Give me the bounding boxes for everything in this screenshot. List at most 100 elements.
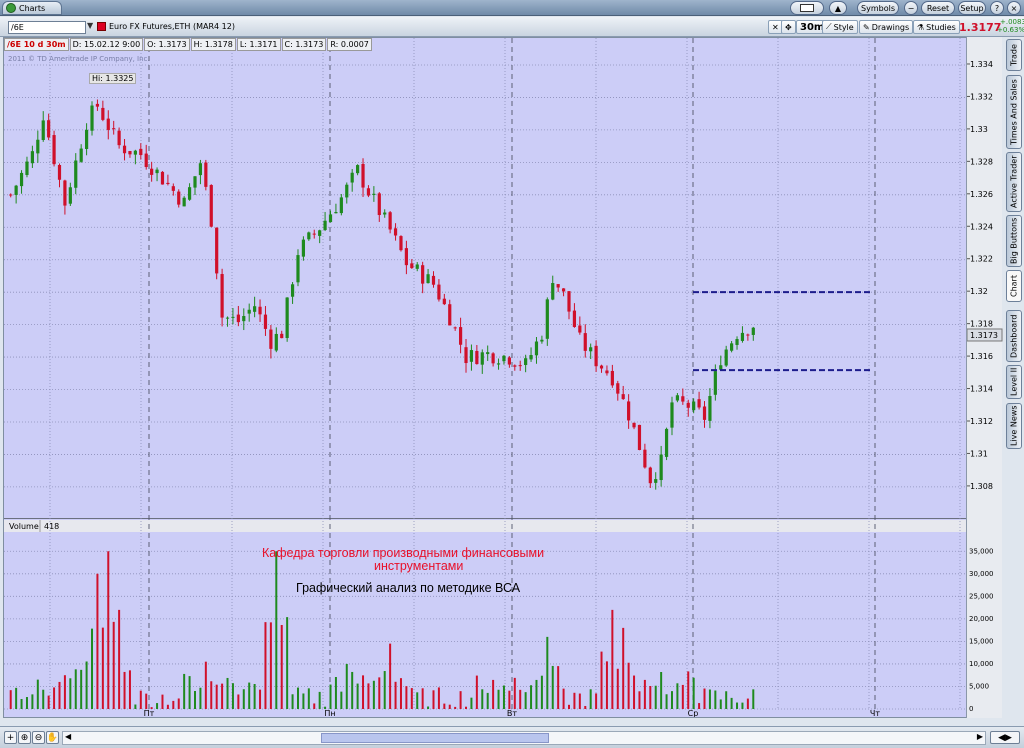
symbol-input[interactable]: /6E (8, 21, 86, 34)
candle-body (415, 264, 419, 269)
bar-high: H: 1.3178 (190, 38, 236, 51)
candle-body (681, 396, 685, 402)
candle-body (616, 383, 620, 394)
candle-body (285, 297, 289, 339)
candle-body (372, 193, 376, 195)
candle-body (513, 365, 517, 367)
candle-body (670, 402, 674, 428)
candle-body (269, 329, 273, 349)
layout-button[interactable] (790, 1, 824, 15)
bar-low: L: 1.3171 (236, 38, 281, 51)
candle-body (242, 316, 246, 322)
candle-body (296, 255, 300, 283)
symbols-button[interactable]: Symbols (857, 1, 899, 15)
style-button[interactable]: ⟋ Style (822, 20, 858, 34)
volume-tick-label: 0 (969, 705, 973, 713)
zoom-out-icon: ⊖ (34, 732, 43, 743)
pencil-icon: ✎ (863, 22, 870, 32)
pan-tool-button[interactable]: ✥ (781, 20, 796, 34)
chart-info-bar: /6E 10 d 30m D: 15.02.12 9:00 O: 1.3173 … (4, 38, 373, 51)
period-label[interactable]: /6E 10 d 30m (4, 38, 69, 51)
candle-body (209, 185, 213, 227)
price-tick-label: 1.314 (970, 385, 993, 394)
candle-body (719, 365, 723, 370)
candle-body (708, 396, 712, 421)
charts-tab[interactable]: Charts (2, 1, 62, 15)
bar-open: O: 1.3173 (144, 38, 190, 51)
zoom-in-button[interactable]: ⊕ (18, 731, 31, 744)
candle-body (193, 176, 197, 188)
candle-body (19, 172, 24, 187)
price-tick-label: 1.324 (970, 222, 993, 231)
volume-label: Volume (9, 522, 39, 531)
price-tick-label: 1.322 (970, 255, 993, 264)
tab-times-and-sales[interactable]: Times And Sales (1006, 75, 1022, 149)
cursor-tool-button[interactable]: + (4, 731, 17, 744)
candle-body (274, 333, 278, 351)
candle-body (14, 185, 18, 195)
candle-body (746, 334, 750, 336)
instrument-icon (97, 22, 106, 31)
candle-body (751, 327, 755, 335)
axis-canvas: 1.334 1.332 1.33 1.328 1.326 1.324 1.322 1.32 1.… (966, 60, 1003, 713)
candle-body (155, 169, 159, 174)
zoom-out-button[interactable]: ⊖ (32, 731, 45, 744)
reset-button[interactable]: Reset (921, 1, 955, 15)
candle-body (659, 454, 663, 481)
close-button[interactable]: × (1007, 1, 1021, 15)
symbol-selector-icon[interactable]: ▼ (87, 21, 93, 30)
tab-big-buttons[interactable]: Big Buttons (1006, 215, 1022, 267)
tab-live-news[interactable]: Live News (1006, 403, 1022, 449)
scrollbar-thumb[interactable] (321, 733, 549, 743)
candle-body (496, 363, 501, 365)
candle-body (621, 394, 625, 400)
collapse-button[interactable]: ▲ (829, 1, 847, 15)
volume-tick-label: 20,000 (969, 615, 994, 623)
tab-chart[interactable]: Chart (1006, 270, 1022, 302)
candle-body (171, 186, 175, 191)
candle-body (648, 467, 652, 484)
chart-canvas[interactable]: Volume 418 Пт Пн Вт Ср Чт (4, 38, 966, 717)
candle-body (507, 357, 511, 365)
help-button[interactable]: ? (990, 1, 1004, 15)
tab-dashboard[interactable]: Dashboard (1006, 310, 1022, 362)
candle-body (713, 371, 717, 395)
candle-body (643, 449, 647, 468)
zoom-in-icon: ⊕ (20, 732, 29, 743)
candle-body (675, 395, 680, 401)
arrows-horizontal-icon: ◀▶ (998, 732, 1012, 743)
candle-body (247, 309, 251, 314)
scroll-left-icon[interactable]: ◀ (65, 732, 71, 741)
expand-button[interactable]: ◀▶ (990, 731, 1020, 744)
current-price-label: 1.3173 (970, 331, 998, 340)
price-panel (4, 38, 966, 518)
candle-body (117, 130, 121, 146)
candle-body (627, 401, 631, 421)
setup-button[interactable]: Setup (958, 1, 986, 15)
time-scrollbar[interactable]: ◀ ▶ (62, 731, 986, 745)
candle-body (63, 180, 67, 206)
tab-active-trader[interactable]: Active Trader (1006, 152, 1022, 212)
layout-icon (800, 4, 814, 12)
tab-level-ii[interactable]: Level II (1006, 365, 1022, 399)
scroll-right-icon[interactable]: ▶ (977, 732, 983, 741)
volume-tick-label: 25,000 (969, 592, 994, 600)
price-axis[interactable]: 1.334 1.332 1.33 1.328 1.326 1.324 1.322 1.32 1.… (966, 37, 1003, 718)
hand-tool-button[interactable]: ✋ (46, 731, 59, 744)
candle-body (453, 327, 457, 329)
candle-body (567, 291, 571, 312)
candle-body (491, 353, 495, 364)
tab-trade[interactable]: Trade (1006, 39, 1022, 71)
chart-area[interactable]: Volume 418 Пт Пн Вт Ср Чт (3, 37, 967, 718)
candle-body (122, 145, 127, 154)
price-tick-label: 1.328 (970, 157, 993, 166)
minus-button[interactable]: − (904, 1, 918, 15)
candle-body (90, 105, 94, 131)
candle-body (334, 212, 338, 214)
studies-button[interactable]: ⚗ Studies (913, 20, 960, 34)
volume-header (4, 520, 966, 532)
candle-body (30, 151, 34, 164)
drawings-button[interactable]: ✎ Drawings (859, 20, 914, 34)
charts-icon (6, 3, 16, 13)
candle-body (431, 275, 436, 285)
